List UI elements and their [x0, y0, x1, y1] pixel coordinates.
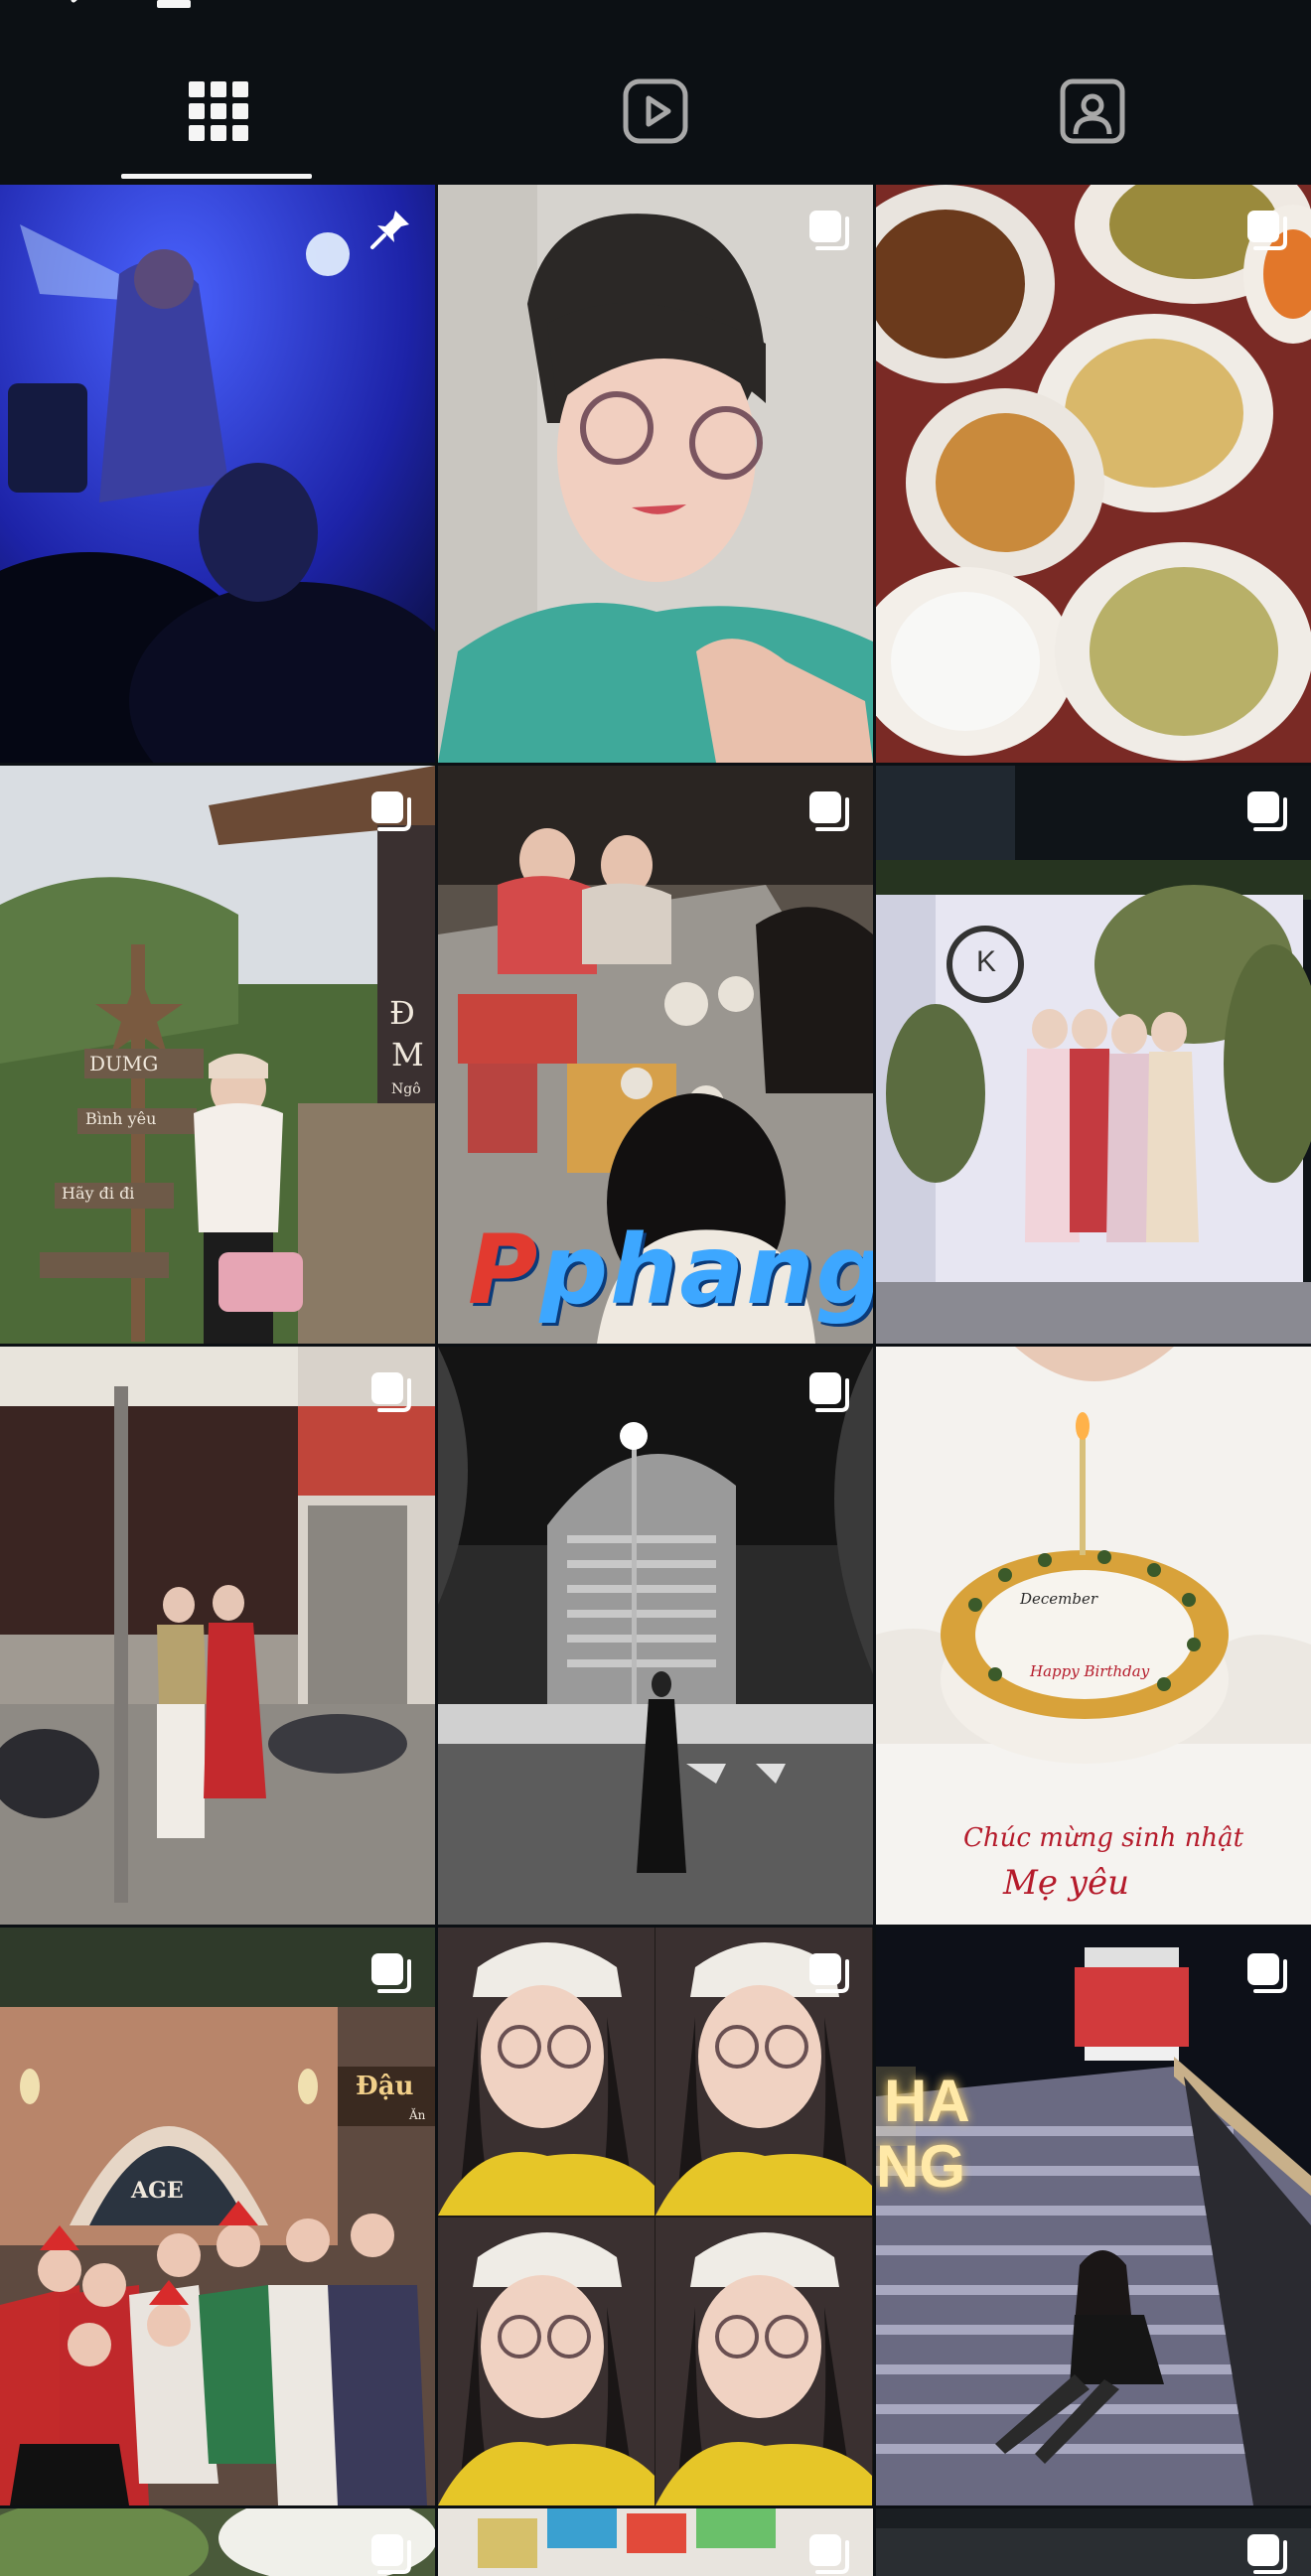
multi-photo-icon	[1247, 1953, 1287, 1993]
neon-sign-text: HA	[884, 2068, 970, 2134]
shop-sign-text: Đậu	[356, 2072, 414, 2101]
multi-photo-icon	[809, 791, 849, 831]
post-tile[interactable]: HA NG	[876, 1928, 1311, 2505]
profile-tabs	[0, 40, 1311, 183]
post-tile[interactable]	[438, 185, 873, 763]
post-image	[0, 1928, 435, 2505]
post-tile[interactable]: Pphang	[438, 766, 873, 1344]
multi-photo-icon	[809, 1372, 849, 1412]
sign-text: Ngô	[391, 1081, 421, 1097]
cake-text: Happy Birthday	[1030, 1662, 1150, 1680]
arch-sign-text: AGE	[131, 2178, 184, 2204]
tab-posts-grid[interactable]	[0, 40, 437, 183]
tagged-icon	[1060, 78, 1125, 144]
post-image	[876, 1928, 1311, 2505]
post-image	[438, 1928, 873, 2505]
reels-icon	[623, 78, 688, 144]
multi-photo-icon	[1247, 2534, 1287, 2574]
post-tile[interactable]: K	[876, 766, 1311, 1344]
post-image	[0, 1347, 435, 1925]
multi-photo-icon	[809, 1953, 849, 1993]
profile-header	[0, 0, 1311, 40]
multi-photo-icon	[371, 1953, 411, 1993]
multi-photo-icon	[371, 791, 411, 831]
cake-text: December	[1020, 1590, 1098, 1608]
sign-text: M	[391, 1036, 424, 1073]
multi-photo-icon	[809, 2534, 849, 2574]
logo-text: K	[976, 945, 997, 978]
sign-text: Đ	[389, 994, 415, 1032]
grid-icon	[189, 81, 248, 141]
cake-text: Chúc mừng sinh nhật	[963, 1823, 1244, 1853]
post-image	[438, 1347, 873, 1925]
tab-reels[interactable]	[437, 40, 874, 183]
post-tile[interactable]	[438, 2508, 873, 2576]
post-image	[0, 766, 435, 1344]
post-tile[interactable]	[438, 1347, 873, 1925]
chevron-left-icon[interactable]	[60, 0, 99, 10]
post-tile[interactable]	[438, 1928, 873, 2505]
post-image	[876, 766, 1311, 1344]
post-tile[interactable]	[876, 185, 1311, 763]
post-tile[interactable]	[0, 1347, 435, 1925]
sign-text: Bình yêu	[85, 1109, 157, 1128]
sign-text: DUMG	[89, 1052, 159, 1075]
post-tile[interactable]	[876, 2508, 1311, 2576]
shop-sign-text: Ăn	[409, 2108, 426, 2122]
post-tile[interactable]	[0, 2508, 435, 2576]
settings-icon[interactable]	[1057, 0, 1104, 8]
sign-text: Hãy đi đi	[62, 1184, 135, 1203]
multi-photo-icon	[1247, 791, 1287, 831]
multi-photo-icon	[371, 2534, 411, 2574]
cake-text: Mẹ yêu	[1003, 1863, 1129, 1903]
selected-tab-indicator	[121, 174, 312, 179]
tab-tagged[interactable]	[874, 40, 1311, 183]
post-tile[interactable]	[0, 185, 435, 763]
post-tile[interactable]: DUMG Bình yêu Hãy đi đi Đ M Ngô	[0, 766, 435, 1344]
post-image	[438, 185, 873, 763]
multi-photo-icon	[371, 1372, 411, 1412]
photo-watermark: Pphang	[468, 1215, 873, 1326]
multi-photo-icon	[809, 211, 849, 250]
post-tile[interactable]: Đậu Ăn AGE	[0, 1928, 435, 2505]
menu-icon[interactable]	[157, 0, 191, 8]
post-image	[0, 185, 435, 763]
neon-sign-text: NG	[876, 2133, 965, 2200]
multi-photo-icon	[1247, 211, 1287, 250]
post-image	[876, 185, 1311, 763]
post-tile[interactable]: December Happy Birthday Chúc mừng sinh n…	[876, 1347, 1311, 1925]
pin-icon	[370, 211, 409, 249]
